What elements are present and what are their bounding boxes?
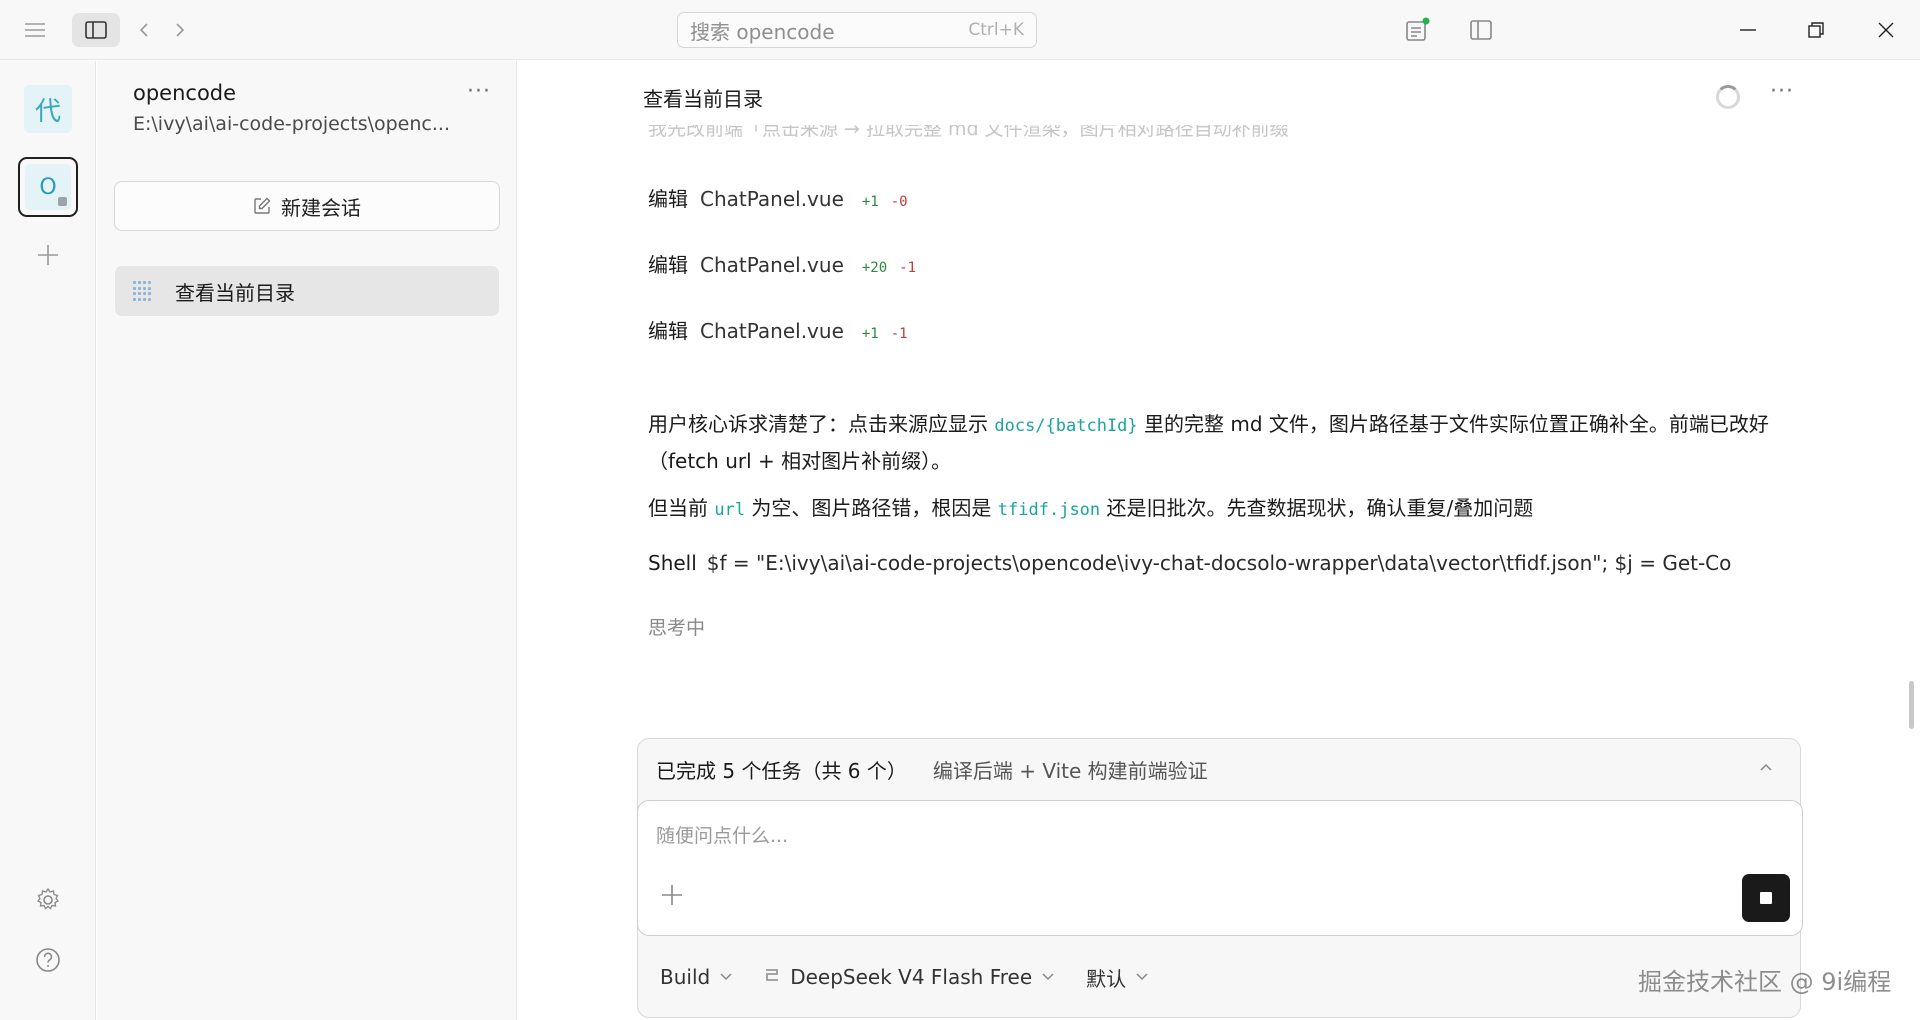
composer-options: Build DeepSeek V4 Flash Free 默认 <box>638 937 1800 1017</box>
sidebar-toggle-icon[interactable] <box>72 13 120 47</box>
model-provider-icon <box>764 967 780 987</box>
menu-icon[interactable] <box>22 18 48 42</box>
composer: 已完成 5 个任务（共 6 个） 编译后端 + Vite 构建前端验证 随便问点… <box>637 738 1803 1018</box>
search-input[interactable]: 搜索 opencode Ctrl+K <box>677 12 1037 48</box>
new-session-label: 新建会话 <box>281 195 361 220</box>
session-item[interactable]: 查看当前目录 <box>115 266 499 316</box>
inline-code: url <box>714 500 746 520</box>
edit-row[interactable]: 编辑 ChatPanel.vue +1 -0 <box>648 183 908 212</box>
restore-icon[interactable] <box>1804 18 1828 42</box>
diff-removed: -1 <box>899 260 917 276</box>
variant-select[interactable]: 默认 <box>1086 963 1148 992</box>
diff-added: +1 <box>861 326 879 342</box>
assistant-paragraph: 用户核心诉求清楚了：点击来源应显示 docs/{batchId} 里的完整 md… <box>648 407 1798 479</box>
model-label: DeepSeek V4 Flash Free <box>790 965 1033 989</box>
edit-verb: 编辑 <box>648 253 688 277</box>
prompt-placeholder: 随便问点什么... <box>656 825 789 847</box>
thinking-status: 思考中 <box>648 617 706 639</box>
project-path: E:\ivy\ai\ai-code-projects\openc... <box>133 113 450 135</box>
session-title: 查看当前目录 <box>175 280 295 305</box>
add-project-icon[interactable] <box>34 241 62 269</box>
scrollbar-thumb[interactable] <box>1909 681 1914 729</box>
loading-spinner-icon <box>1716 85 1740 109</box>
diff-added: +20 <box>861 260 888 276</box>
edit-verb: 编辑 <box>648 319 688 343</box>
shell-command: $f = "E:\ivy\ai\ai-code-projects\opencod… <box>706 551 1732 575</box>
text: 为空、图片路径错，根因是 <box>745 496 998 520</box>
search-placeholder: 搜索 opencode <box>690 19 835 44</box>
text: 用户核心诉求清楚了：点击来源应显示 <box>648 412 995 436</box>
faded-message: 我先改前端「点击来源 → 拉取完整 md 文件渲染，图片相对路径自动补前缀 <box>648 125 1289 139</box>
project-more-icon[interactable]: ··· <box>467 79 491 104</box>
assistant-paragraph: 但当前 url 为空、图片路径错，根因是 tfidf.json 还是旧批次。先查… <box>648 491 1798 528</box>
inline-code: tfidf.json <box>997 500 1101 520</box>
chevron-down-icon <box>1042 970 1054 984</box>
session-loading-icon <box>133 281 153 301</box>
tasks-current: 编译后端 + Vite 构建前端验证 <box>932 758 1208 783</box>
agent-select[interactable]: Build <box>660 965 732 989</box>
text: 还是旧批次。先查数据现状，确认重复/叠加问题 <box>1100 496 1534 520</box>
tasks-count: 已完成 5 个任务（共 6 个） <box>656 758 907 783</box>
help-icon[interactable] <box>34 946 62 974</box>
edit-row[interactable]: 编辑 ChatPanel.vue +20 -1 <box>648 249 916 278</box>
shell-label: Shell <box>648 551 697 575</box>
session-more-icon[interactable]: ··· <box>1770 79 1794 104</box>
diff-removed: -1 <box>890 326 908 342</box>
inline-code: docs/{batchId} <box>994 416 1138 436</box>
attach-plus-icon[interactable] <box>660 883 684 913</box>
edit-file: ChatPanel.vue <box>700 187 844 211</box>
prompt-input[interactable]: 随便问点什么... <box>637 800 1803 936</box>
session-title-header: 查看当前目录 <box>643 87 763 111</box>
project-rail: 代 O <box>0 61 96 1020</box>
chevron-down-icon <box>720 970 732 984</box>
chat-panel: 查看当前目录 ··· 我先改前端「点击来源 → 拉取完整 md 文件渲染，图片相… <box>518 61 1920 1020</box>
forward-icon[interactable] <box>170 18 190 42</box>
project-name: opencode <box>133 81 237 105</box>
model-select[interactable]: DeepSeek V4 Flash Free <box>764 965 1054 989</box>
edit-row[interactable]: 编辑 ChatPanel.vue +1 -1 <box>648 315 908 344</box>
variant-label: 默认 <box>1086 966 1127 991</box>
current-project-avatar[interactable]: O <box>18 157 78 217</box>
stop-icon <box>1760 892 1772 904</box>
project-avatar-initial: 代 <box>34 96 61 127</box>
layout-panel-icon[interactable] <box>1466 16 1496 44</box>
diff-added: +1 <box>861 194 879 210</box>
new-session-button[interactable]: 新建会话 <box>114 181 500 231</box>
watermark: 掘金技术社区 @ 9i编程 <box>1638 968 1892 996</box>
project-avatar[interactable]: 代 <box>24 85 72 133</box>
agent-label: Build <box>660 965 711 989</box>
chevron-up-icon[interactable] <box>1760 759 1772 775</box>
stop-button[interactable] <box>1742 874 1790 922</box>
task-progress-bar[interactable]: 已完成 5 个任务（共 6 个） 编译后端 + Vite 构建前端验证 <box>638 739 1800 799</box>
edit-file: ChatPanel.vue <box>700 319 844 343</box>
edit-verb: 编辑 <box>648 187 688 211</box>
minimize-icon[interactable] <box>1736 18 1760 42</box>
diff-removed: -0 <box>890 194 908 210</box>
text: 但当前 <box>648 496 715 520</box>
session-sidebar: opencode E:\ivy\ai\ai-code-projects\open… <box>97 61 517 1020</box>
review-panel-icon[interactable] <box>1400 14 1434 46</box>
search-shortcut: Ctrl+K <box>968 20 1024 40</box>
back-icon[interactable] <box>134 18 154 42</box>
edit-icon <box>254 197 271 214</box>
project-status-icon <box>58 197 67 206</box>
chevron-down-icon <box>1136 970 1148 984</box>
edit-file: ChatPanel.vue <box>700 253 844 277</box>
settings-icon[interactable] <box>34 886 62 914</box>
close-icon[interactable] <box>1874 18 1898 42</box>
title-bar: 搜索 opencode Ctrl+K <box>0 0 1920 60</box>
current-project-initial: O <box>39 174 57 200</box>
shell-tool-row[interactable]: Shell $f = "E:\ivy\ai\ai-code-projects\op… <box>648 551 1760 575</box>
